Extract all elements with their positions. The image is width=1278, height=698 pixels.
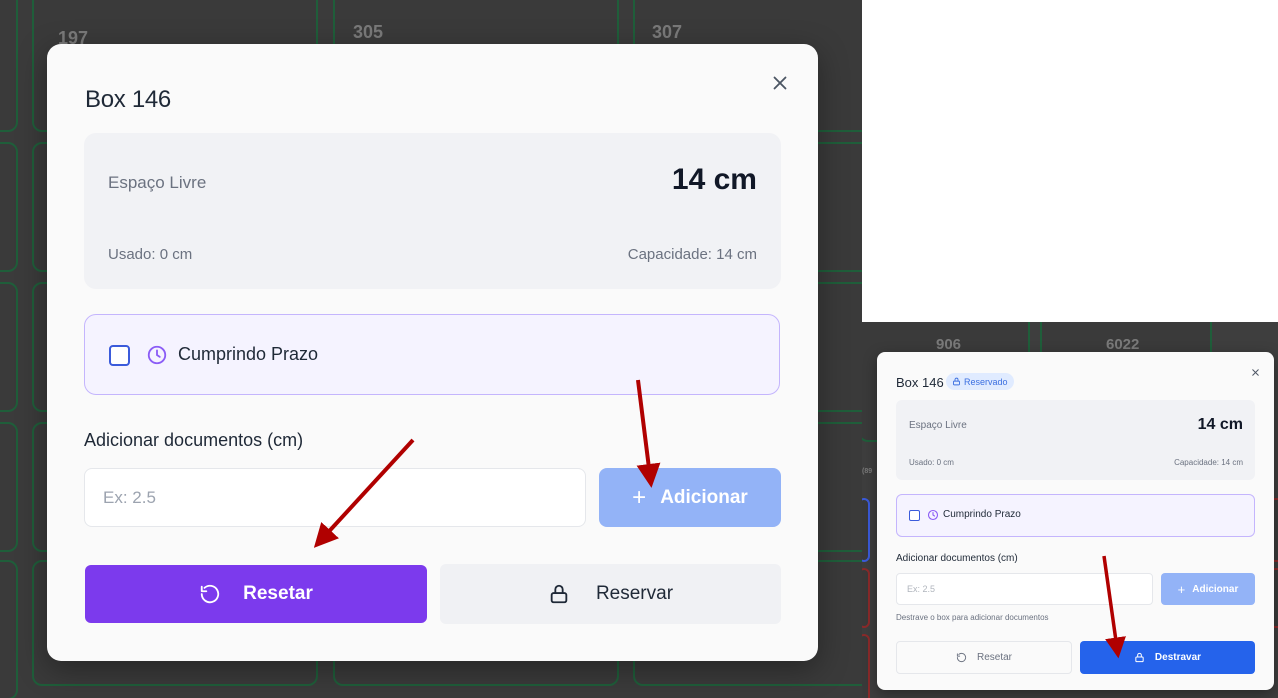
add-button[interactable]: + Adicionar bbox=[599, 468, 781, 527]
used-space-label: Usado: 0 cm bbox=[909, 458, 954, 467]
capacity-label: Capacidade: 14 cm bbox=[627, 246, 757, 263]
background-tile-number: 307 bbox=[652, 22, 683, 42]
box-modal-small: Box 146 Reservado Espaço Livre 14 cm Usa… bbox=[877, 352, 1274, 690]
add-button-label: Adicionar bbox=[660, 486, 748, 508]
plus-icon: + bbox=[632, 483, 647, 511]
unlock-button-label: Destravar bbox=[1154, 652, 1202, 663]
unlock-button[interactable]: Destravar bbox=[1080, 641, 1255, 674]
background-tile bbox=[0, 142, 18, 272]
clock-icon bbox=[147, 345, 167, 365]
modal-title: Box 146 bbox=[896, 375, 944, 390]
background-tile bbox=[0, 560, 18, 698]
stage: 197 305 307 Box 146 Espaço Livre 14 cm U… bbox=[0, 0, 1278, 698]
background-tile-number: 6022 bbox=[1106, 336, 1140, 353]
document-size-input[interactable] bbox=[896, 573, 1153, 605]
reset-icon bbox=[956, 652, 967, 663]
reset-button-label: Resetar bbox=[976, 652, 1012, 663]
box-modal-large: Box 146 Espaço Livre 14 cm Usado: 0 cm C… bbox=[47, 44, 818, 661]
add-button[interactable]: + Adicionar bbox=[1161, 573, 1255, 605]
free-space-value: 14 cm bbox=[671, 163, 757, 196]
space-summary-card: Espaço Livre 14 cm Usado: 0 cm Capacidad… bbox=[84, 133, 781, 289]
reset-button[interactable]: Resetar bbox=[896, 641, 1072, 674]
background-tile bbox=[0, 422, 18, 552]
status-badge-label: Reservado bbox=[964, 376, 1008, 387]
background-tile-number: 906 bbox=[936, 336, 962, 353]
deadline-toggle-card[interactable]: Cumprindo Prazo bbox=[896, 494, 1255, 537]
background-tile-number: (89 bbox=[862, 468, 873, 475]
reset-icon bbox=[200, 584, 220, 604]
background-tile bbox=[0, 0, 18, 132]
deadline-label: Cumprindo Prazo bbox=[178, 344, 319, 364]
deadline-checkbox[interactable] bbox=[909, 510, 920, 521]
reserve-button-label: Reservar bbox=[595, 583, 674, 604]
lock-icon bbox=[953, 377, 960, 386]
lock-icon bbox=[550, 584, 568, 604]
free-space-label: Espaço Livre bbox=[909, 420, 967, 431]
used-space-label: Usado: 0 cm bbox=[108, 246, 193, 263]
free-space-value: 14 cm bbox=[1197, 416, 1243, 433]
close-icon[interactable] bbox=[769, 72, 791, 94]
deadline-checkbox[interactable] bbox=[109, 345, 130, 366]
deadline-label: Cumprindo Prazo bbox=[943, 509, 1021, 520]
background-tile-number: 305 bbox=[353, 22, 384, 42]
unlock-icon bbox=[1135, 652, 1144, 663]
reset-button[interactable]: Resetar bbox=[85, 565, 427, 623]
free-space-label: Espaço Livre bbox=[108, 173, 207, 192]
unlock-hint: Destrave o box para adicionar documentos bbox=[896, 613, 1049, 622]
background-tile bbox=[862, 634, 870, 698]
document-size-input[interactable] bbox=[84, 468, 586, 527]
add-documents-label: Adicionar documentos (cm) bbox=[84, 430, 304, 450]
clock-icon bbox=[927, 509, 939, 521]
modal-title: Box 146 bbox=[85, 86, 171, 113]
reset-button-label: Resetar bbox=[243, 583, 313, 604]
add-documents-label: Adicionar documentos (cm) bbox=[896, 553, 1018, 564]
add-button-label: Adicionar bbox=[1192, 583, 1239, 595]
background-tile bbox=[862, 498, 870, 562]
deadline-toggle-card[interactable]: Cumprindo Prazo bbox=[84, 314, 780, 395]
capacity-label: Capacidade: 14 cm bbox=[1174, 458, 1243, 467]
reserve-button[interactable]: Reservar bbox=[440, 564, 781, 624]
space-summary-card: Espaço Livre 14 cm Usado: 0 cm Capacidad… bbox=[896, 400, 1255, 480]
status-badge: Reservado bbox=[946, 373, 1014, 390]
background-tile bbox=[0, 282, 18, 412]
background-tile bbox=[862, 568, 870, 628]
plus-icon: + bbox=[1177, 581, 1186, 597]
close-icon[interactable] bbox=[1250, 365, 1261, 376]
